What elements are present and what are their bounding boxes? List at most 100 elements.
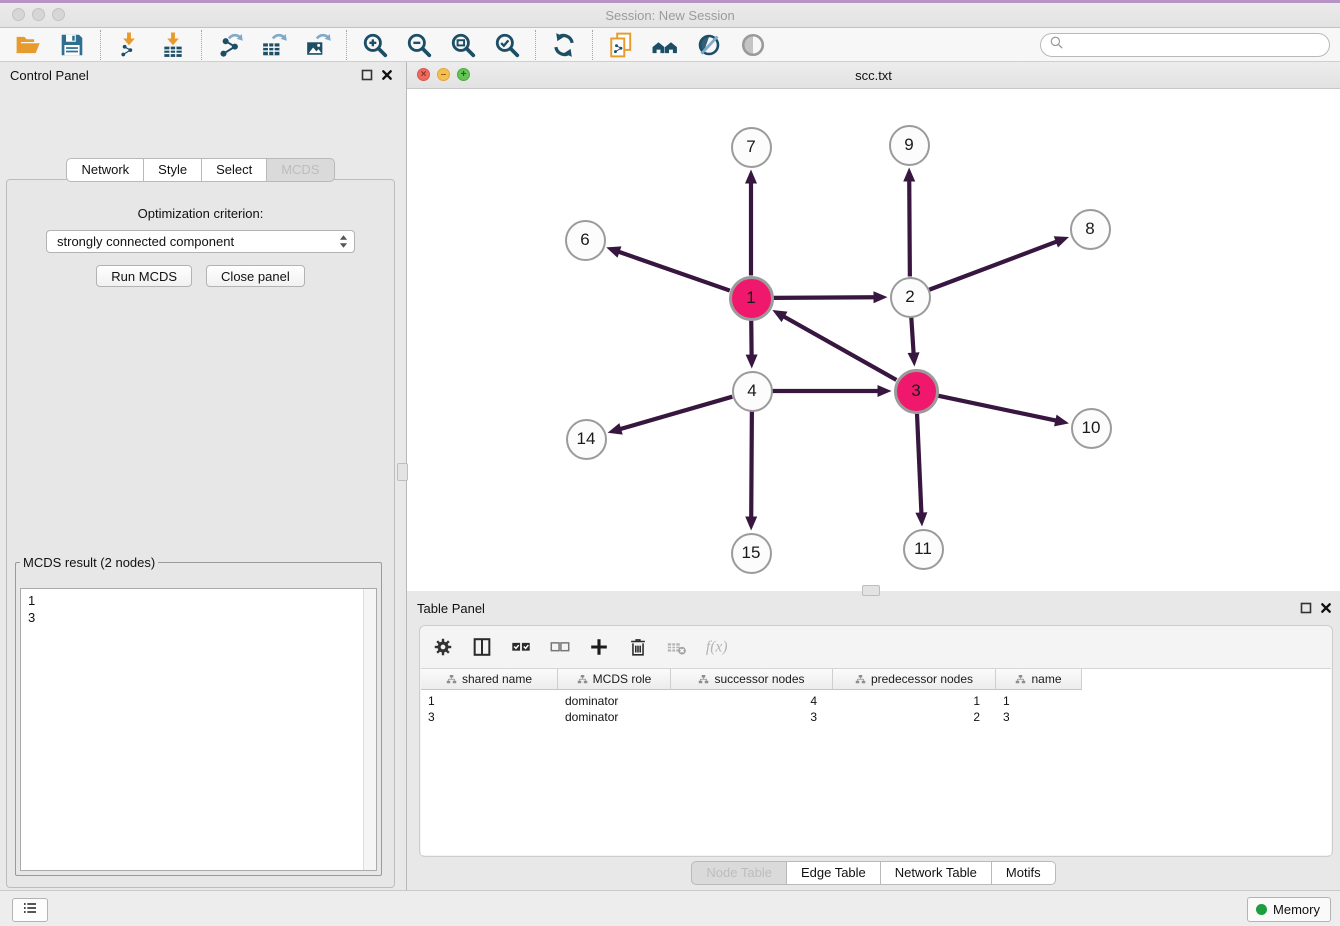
node-11[interactable]: 11 — [903, 529, 944, 570]
node-10[interactable]: 10 — [1071, 408, 1112, 449]
tab-select[interactable]: Select — [202, 158, 267, 182]
import-network-icon[interactable] — [115, 31, 143, 59]
network-overview-icon[interactable] — [651, 31, 679, 59]
table-mode-gear-icon[interactable] — [432, 636, 454, 658]
edge-2-9[interactable] — [909, 179, 910, 276]
show-columns-icon[interactable] — [471, 636, 493, 658]
open-file-icon[interactable] — [14, 31, 42, 59]
edge-3-11[interactable] — [917, 413, 921, 514]
edge-arrowhead-2-8 — [1054, 236, 1069, 247]
node-2[interactable]: 2 — [890, 277, 931, 318]
criterion-select[interactable]: strongly connected component — [46, 230, 355, 253]
result-scrollbar[interactable] — [363, 589, 376, 870]
float-panel-icon[interactable] — [361, 69, 373, 81]
mcds-panel: Optimization criterion: strongly connect… — [6, 179, 395, 888]
horizontal-splitter-handle[interactable] — [862, 585, 880, 596]
status-bar: Memory — [0, 890, 1340, 926]
select-all-icon[interactable] — [510, 636, 532, 658]
node-3[interactable]: 3 — [894, 369, 939, 414]
column-header-successor-nodes[interactable]: successor nodes — [671, 669, 833, 689]
zoom-selected-icon[interactable] — [493, 31, 521, 59]
node-6[interactable]: 6 — [565, 220, 606, 261]
clone-network-icon[interactable] — [607, 31, 635, 59]
node-9[interactable]: 9 — [889, 125, 930, 166]
table-body: 1dominator4113dominator323 — [421, 693, 1331, 725]
tab-mcds[interactable]: MCDS — [267, 158, 334, 182]
mcds-result-textarea[interactable]: 13 — [20, 588, 377, 871]
edge-4-15[interactable] — [751, 411, 752, 518]
column-type-icon — [577, 674, 588, 685]
tab-edge-table[interactable]: Edge Table — [787, 861, 881, 885]
table-row[interactable]: 3dominator323 — [421, 709, 1331, 725]
zoom-in-icon[interactable] — [361, 31, 389, 59]
column-header-predecessor-nodes[interactable]: predecessor nodes — [833, 669, 996, 689]
mcds-result-legend: MCDS result (2 nodes) — [20, 555, 158, 570]
search-input[interactable] — [1069, 36, 1321, 53]
birdseye-view-icon[interactable] — [739, 31, 767, 59]
delete-table-icon[interactable] — [666, 636, 688, 658]
deselect-all-icon[interactable] — [549, 636, 571, 658]
toolbar-group — [536, 30, 593, 60]
edge-1-6[interactable] — [618, 251, 730, 290]
table-cell: 4 — [671, 694, 833, 708]
network-window-titlebar[interactable]: × – + scc.txt — [407, 62, 1340, 89]
tab-style[interactable]: Style — [144, 158, 202, 182]
toolbar-group — [0, 30, 101, 60]
import-table-icon[interactable] — [159, 31, 187, 59]
network-canvas[interactable]: 7 9 6 8 1 2 4 3 14 10 15 11 — [407, 89, 1340, 591]
edge-1-2[interactable] — [773, 297, 875, 298]
tab-network[interactable]: Network — [66, 158, 144, 182]
vertical-splitter-handle[interactable] — [397, 463, 408, 481]
table-cell: dominator — [558, 710, 671, 724]
control-panel-tabs: NetworkStyleSelectMCDS — [0, 158, 401, 182]
delete-columns-icon[interactable] — [627, 636, 649, 658]
tab-motifs[interactable]: Motifs — [992, 861, 1056, 885]
float-table-panel-icon[interactable] — [1300, 602, 1312, 614]
edge-arrowhead-1-4 — [746, 354, 758, 368]
edge-2-8[interactable] — [929, 241, 1058, 290]
node-15[interactable]: 15 — [731, 533, 772, 574]
main-toolbar — [0, 28, 1340, 62]
apply-layout-icon[interactable] — [550, 31, 578, 59]
table-row[interactable]: 1dominator411 — [421, 693, 1331, 709]
node-1[interactable]: 1 — [729, 276, 774, 321]
edge-3-1[interactable] — [783, 316, 897, 380]
column-header-name[interactable]: name — [996, 669, 1081, 689]
close-panel-icon[interactable] — [381, 69, 393, 81]
tab-network-table[interactable]: Network Table — [881, 861, 992, 885]
search-box[interactable] — [1040, 33, 1330, 57]
save-session-icon[interactable] — [58, 31, 86, 59]
table-cell: 3 — [671, 710, 833, 724]
edge-4-14[interactable] — [619, 397, 732, 430]
export-image-icon[interactable] — [304, 31, 332, 59]
function-builder-icon[interactable]: f(x) — [705, 636, 727, 658]
run-mcds-button[interactable]: Run MCDS — [96, 265, 192, 287]
edge-arrowhead-1-6 — [606, 246, 621, 257]
column-header-mcds-role[interactable]: MCDS role — [558, 669, 671, 689]
tab-node-table[interactable]: Node Table — [691, 861, 787, 885]
column-type-icon — [698, 674, 709, 685]
export-table-icon[interactable] — [260, 31, 288, 59]
mcds-result-text: 13 — [21, 589, 364, 870]
edge-3-10[interactable] — [938, 396, 1057, 421]
search-icon — [1049, 35, 1064, 55]
zoom-out-icon[interactable] — [405, 31, 433, 59]
criterion-value: strongly connected component — [57, 234, 339, 249]
column-header-shared-name[interactable]: shared name — [421, 669, 558, 689]
node-4[interactable]: 4 — [732, 371, 773, 412]
node-8[interactable]: 8 — [1070, 209, 1111, 250]
task-history-button[interactable] — [12, 898, 48, 922]
node-7[interactable]: 7 — [731, 127, 772, 168]
zoom-fit-icon[interactable] — [449, 31, 477, 59]
memory-button[interactable]: Memory — [1247, 897, 1331, 922]
node-14[interactable]: 14 — [566, 419, 607, 460]
close-panel-button[interactable]: Close panel — [206, 265, 305, 287]
create-column-icon[interactable] — [588, 636, 610, 658]
table-cell: 1 — [421, 694, 558, 708]
show-hide-graphics-icon[interactable] — [695, 31, 723, 59]
export-network-icon[interactable] — [216, 31, 244, 59]
edge-2-3[interactable] — [911, 317, 913, 354]
table-toolbar: f(x) — [420, 626, 1332, 668]
close-table-panel-icon[interactable] — [1320, 602, 1332, 614]
edge-arrowhead-4-3 — [878, 385, 892, 397]
